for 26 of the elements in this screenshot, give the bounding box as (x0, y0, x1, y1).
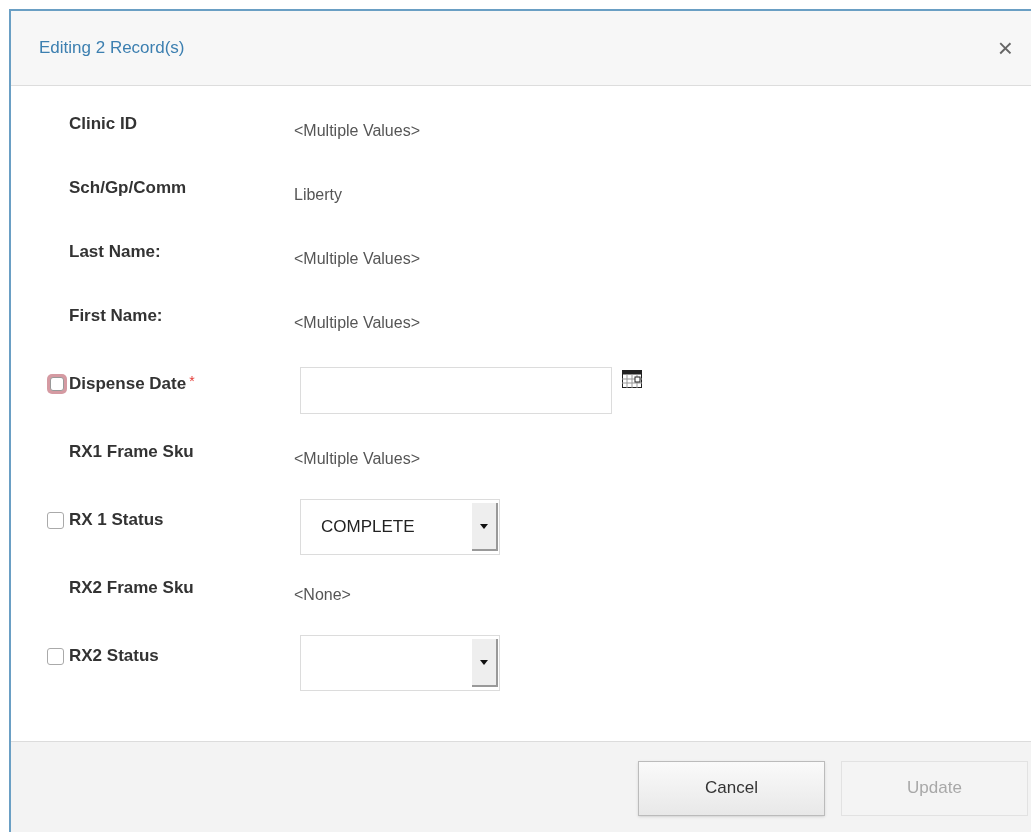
field-label: RX2 Status (69, 645, 159, 668)
field-label: Dispense Date (69, 373, 187, 396)
field-label: Sch/Gp/Comm (69, 177, 187, 200)
checkbox[interactable] (47, 647, 64, 665)
field-label: RX2 Frame Sku (69, 577, 194, 600)
close-button[interactable]: × (997, 35, 1013, 61)
field-value: <Multiple Values> (294, 313, 420, 333)
field-value: <None> (294, 585, 351, 605)
cancel-button[interactable]: Cancel (638, 760, 825, 816)
dialog-title: Editing 2 Record(s) (39, 37, 185, 60)
field-value: <Multiple Values> (294, 449, 420, 469)
field-label: Clinic ID (69, 113, 137, 136)
field-label: Last Name: (69, 241, 161, 264)
checkbox[interactable] (47, 511, 64, 529)
required-mark: * (189, 372, 195, 392)
field-label: RX 1 Status (69, 509, 164, 532)
caret-icon[interactable] (480, 523, 488, 529)
caret-icon[interactable] (480, 659, 488, 665)
field-value: <Multiple Values> (294, 121, 420, 141)
date-input-field[interactable] (300, 366, 612, 414)
status-dropdown[interactable]: COMPLETE (300, 499, 500, 555)
field-value: <Multiple Values> (294, 249, 420, 269)
field-value: Liberty (294, 185, 343, 205)
field-label: First Name: (69, 305, 163, 328)
calendar-icon[interactable] (622, 370, 642, 388)
field-label: RX1 Frame Sku (69, 441, 194, 464)
